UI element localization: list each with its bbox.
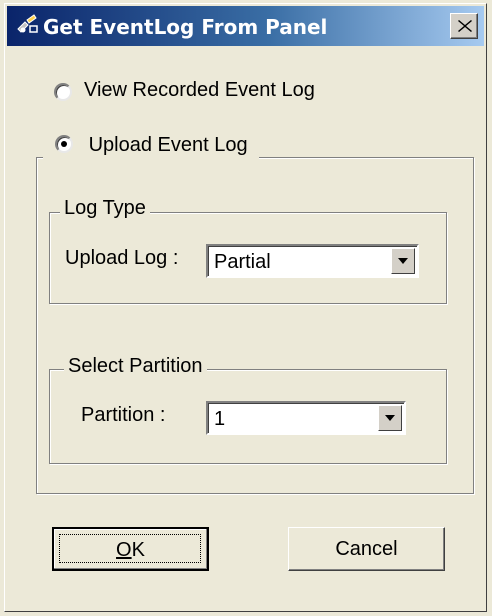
log-type-legend: Log Type bbox=[60, 197, 150, 220]
upload-event-log-legend: Upload Event Log bbox=[43, 134, 260, 162]
cancel-label: Cancel bbox=[335, 538, 398, 560]
upload-event-log-radio[interactable] bbox=[55, 134, 73, 153]
ok-mnemonic: O bbox=[116, 539, 132, 561]
upload-log-select[interactable]: Partial bbox=[206, 244, 419, 278]
window-title: Get EventLog From Panel bbox=[43, 15, 328, 39]
partition-value: 1 bbox=[214, 408, 226, 430]
view-recorded-radio[interactable] bbox=[54, 83, 72, 101]
upload-log-label: Upload Log : bbox=[65, 247, 179, 269]
title-bar[interactable]: Get EventLog From Panel bbox=[7, 6, 484, 46]
upload-event-log-label[interactable]: Upload Event Log bbox=[89, 134, 248, 156]
close-icon bbox=[458, 20, 472, 32]
partition-dropdown-button[interactable] bbox=[378, 405, 402, 431]
view-recorded-label[interactable]: View Recorded Event Log bbox=[84, 79, 315, 102]
upload-log-dropdown-button[interactable] bbox=[391, 248, 415, 274]
chevron-down-icon bbox=[398, 258, 408, 264]
upload-log-value: Partial bbox=[214, 251, 271, 273]
cancel-button[interactable]: Cancel bbox=[288, 527, 445, 571]
radio-selected-dot bbox=[61, 140, 67, 147]
ok-label-rest: K bbox=[131, 539, 145, 561]
get-eventlog-dialog: Get EventLog From Panel View Recorded Ev… bbox=[4, 3, 487, 612]
ok-button[interactable]: OK bbox=[52, 527, 209, 571]
partition-label: Partition : bbox=[81, 404, 166, 426]
partition-select[interactable]: 1 bbox=[206, 401, 406, 435]
app-icon bbox=[15, 12, 43, 40]
close-button[interactable] bbox=[450, 13, 478, 39]
select-partition-legend: Select Partition bbox=[64, 355, 207, 378]
chevron-down-icon bbox=[385, 415, 395, 421]
